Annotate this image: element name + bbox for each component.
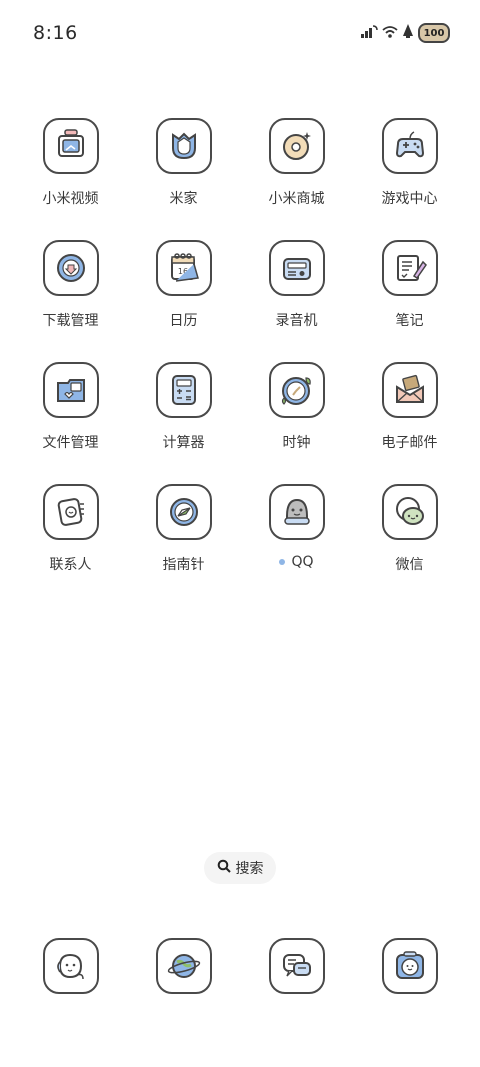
calendar-icon: 16 <box>155 240 212 296</box>
app-label: 计算器 <box>162 435 205 451</box>
app-download-manager[interactable]: 下载管理 <box>14 240 127 344</box>
app-contacts[interactable]: 联系人 <box>14 484 127 588</box>
dock-app-4[interactable] <box>353 938 466 998</box>
recorder-icon <box>268 240 325 296</box>
clock-time: 8:16 <box>33 22 78 44</box>
messages-icon <box>268 938 325 994</box>
app-label: 微信 <box>395 557 424 573</box>
status-bar: 8:16 100 <box>0 0 480 64</box>
status-icons: 100 <box>360 22 450 44</box>
app-recorder[interactable]: 录音机 <box>240 240 353 344</box>
app-mijia[interactable]: 米家 <box>127 118 240 222</box>
clock-icon <box>268 362 325 418</box>
calculator-icon <box>155 362 212 418</box>
dog-icon <box>42 938 99 994</box>
app-label: 文件管理 <box>42 435 99 451</box>
mijia-icon <box>155 118 212 174</box>
video-icon <box>42 118 99 174</box>
search-label: 搜索 <box>235 861 264 877</box>
app-label: 米家 <box>169 191 198 207</box>
app-file-manager[interactable]: 文件管理 <box>14 362 127 466</box>
app-game-center[interactable]: 游戏中心 <box>353 118 466 222</box>
browser-icon <box>155 938 212 994</box>
compass-icon <box>155 484 212 540</box>
app-calculator[interactable]: 计算器 <box>127 362 240 466</box>
app-grid: 小米视频 米家 小米商城 游戏中心 下载管理 16 日历 录音机 笔记 文件管理… <box>14 118 466 588</box>
new-badge-dot <box>279 559 286 565</box>
app-label: 联系人 <box>49 557 92 573</box>
gamepad-icon <box>381 118 438 174</box>
folder-icon <box>42 362 99 418</box>
app-label: 笔记 <box>395 313 424 329</box>
dock <box>14 938 466 998</box>
dock-app-2[interactable] <box>127 938 240 998</box>
penguin-icon <box>268 484 325 540</box>
app-email[interactable]: 电子邮件 <box>353 362 466 466</box>
app-mi-video[interactable]: 小米视频 <box>14 118 127 222</box>
dock-app-1[interactable] <box>14 938 127 998</box>
search-icon <box>217 859 231 877</box>
app-label: 时钟 <box>282 435 311 451</box>
download-icon <box>42 240 99 296</box>
app-label: 小米商城 <box>268 191 325 207</box>
app-mi-mall[interactable]: 小米商城 <box>240 118 353 222</box>
app-calendar[interactable]: 16 日历 <box>127 240 240 344</box>
battery-icon: 100 <box>418 23 450 43</box>
wechat-icon <box>381 484 438 540</box>
notes-icon <box>381 240 438 296</box>
app-clock[interactable]: 时钟 <box>240 362 353 466</box>
signal-icon <box>360 24 378 43</box>
search-button[interactable]: 搜索 <box>204 852 276 884</box>
app-label: 日历 <box>169 313 198 329</box>
app-label: 电子邮件 <box>381 435 438 451</box>
app-wechat[interactable]: 微信 <box>353 484 466 588</box>
app-label: 录音机 <box>275 313 318 329</box>
app-label: 小米视频 <box>42 191 99 207</box>
mall-icon <box>268 118 325 174</box>
camera-icon <box>381 938 438 994</box>
app-notes[interactable]: 笔记 <box>353 240 466 344</box>
app-label: 游戏中心 <box>381 191 438 207</box>
contacts-icon <box>42 484 99 540</box>
app-compass[interactable]: 指南针 <box>127 484 240 588</box>
app-label: QQ <box>279 554 314 570</box>
mail-icon <box>381 362 438 418</box>
dock-app-3[interactable] <box>240 938 353 998</box>
app-qq[interactable]: QQ <box>240 484 353 588</box>
app-label: 指南针 <box>162 557 205 573</box>
notification-icon <box>402 23 414 43</box>
app-label: 下载管理 <box>42 313 99 329</box>
wifi-icon <box>382 24 398 43</box>
